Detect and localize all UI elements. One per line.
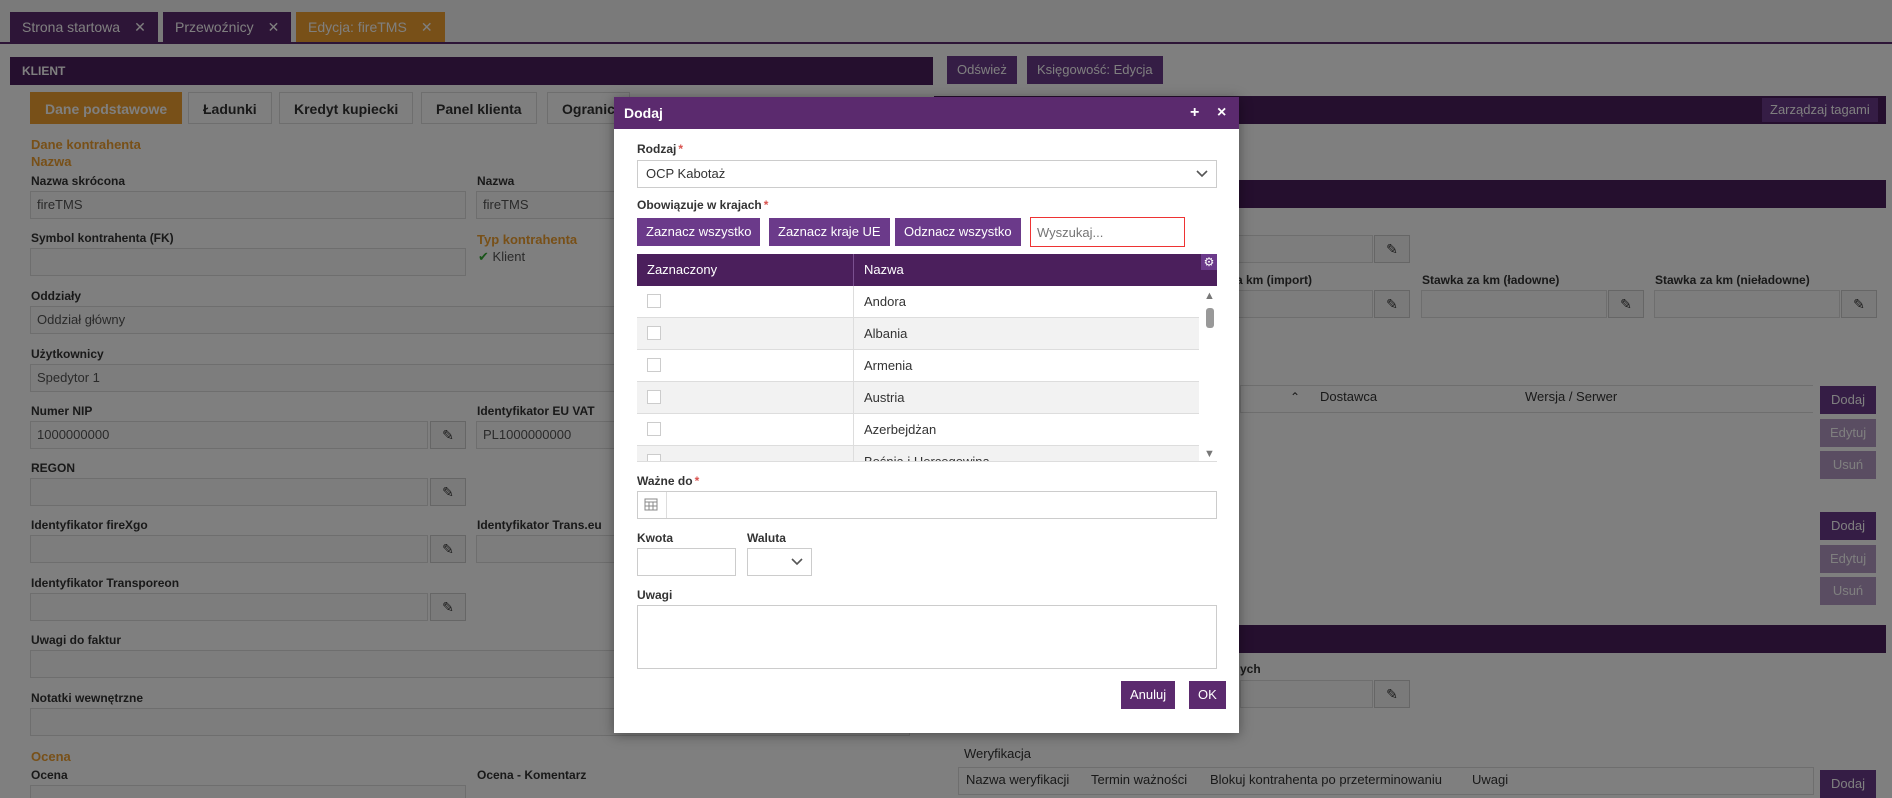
uwagi-textarea[interactable] (637, 605, 1217, 669)
add-dialog: Dodaj + × Rodzaj * OCP Kabotaż Obowiązuje… (614, 97, 1239, 733)
dialog-header: Dodaj + × (614, 97, 1239, 129)
close-icon[interactable]: × (1217, 97, 1226, 129)
cell-divider (853, 446, 854, 461)
required-mark: * (763, 198, 769, 212)
calendar-icon[interactable] (644, 497, 658, 514)
country-name: Armenia (864, 358, 913, 373)
scroll-thumb[interactable] (1206, 308, 1214, 328)
list-item[interactable]: Albania (637, 318, 1199, 350)
list-item[interactable]: Azerbejdżan (637, 414, 1199, 446)
list-item[interactable]: Austria (637, 382, 1199, 414)
country-name: Andora (864, 294, 906, 309)
label-waluta: Waluta (747, 531, 786, 545)
rodzaj-select[interactable]: OCP Kabotaż (637, 160, 1217, 188)
cell-divider (853, 318, 854, 350)
grid-scrollbar[interactable]: ▲ ▼ (1202, 286, 1217, 461)
label-rodzaj-text: Rodzaj (637, 142, 677, 156)
scroll-up-icon[interactable]: ▲ (1204, 290, 1215, 302)
col-nazwa[interactable]: Nazwa (864, 254, 904, 286)
cancel-button[interactable]: Anuluj (1121, 681, 1176, 709)
input-divider (666, 492, 667, 518)
cell-divider (853, 286, 854, 318)
wazne-do-date-input[interactable] (637, 491, 1217, 519)
row-checkbox[interactable] (647, 326, 661, 340)
rodzaj-value: OCP Kabotaż (646, 166, 726, 181)
label-rodzaj: Rodzaj * (637, 142, 683, 156)
cell-divider (853, 414, 854, 446)
country-name: Bośnia i Hercegowina (864, 454, 990, 462)
countries-grid: Zaznaczony Nazwa ⚙ Andora Albania Armeni… (637, 254, 1217, 462)
cell-divider (853, 382, 854, 414)
chevron-down-icon (1196, 161, 1208, 196)
scroll-down-icon[interactable]: ▼ (1204, 448, 1215, 460)
list-item[interactable]: Armenia (637, 350, 1199, 382)
label-wazne-text: Ważne do (637, 474, 693, 488)
row-checkbox[interactable] (647, 294, 661, 308)
select-eu-button[interactable]: Zaznacz kraje UE (769, 218, 890, 246)
label-wazne-do: Ważne do * (637, 474, 699, 488)
row-checkbox[interactable] (647, 358, 661, 372)
kwota-input[interactable] (637, 548, 736, 576)
country-search-input[interactable] (1030, 217, 1185, 247)
deselect-all-button[interactable]: Odznacz wszystko (895, 218, 1021, 246)
label-kraje: Obowiązuje w krajach * (637, 198, 768, 212)
chevron-down-icon (791, 549, 803, 578)
select-all-button[interactable]: Zaznacz wszystko (637, 218, 761, 246)
country-name: Albania (864, 326, 908, 341)
row-checkbox[interactable] (647, 454, 661, 461)
gear-icon[interactable]: ⚙ (1201, 254, 1217, 270)
country-name: Austria (864, 390, 905, 405)
grid-header: Zaznaczony Nazwa ⚙ (637, 254, 1217, 286)
waluta-select[interactable] (747, 548, 812, 576)
label-kraje-text: Obowiązuje w krajach (637, 198, 762, 212)
required-mark: * (678, 142, 684, 156)
list-item[interactable]: Andora (637, 286, 1199, 318)
list-item[interactable]: Bośnia i Hercegowina (637, 446, 1199, 462)
column-divider (853, 254, 854, 286)
maximize-icon[interactable]: + (1190, 97, 1199, 129)
row-checkbox[interactable] (647, 390, 661, 404)
col-zaznaczony[interactable]: Zaznaczony (647, 254, 717, 286)
row-checkbox[interactable] (647, 422, 661, 436)
label-kwota: Kwota (637, 531, 673, 545)
cell-divider (853, 350, 854, 382)
required-mark: * (694, 474, 700, 488)
label-uwagi: Uwagi (637, 588, 673, 602)
ok-button[interactable]: OK (1189, 681, 1226, 709)
dialog-title: Dodaj (624, 105, 663, 121)
country-name: Azerbejdżan (864, 422, 937, 437)
